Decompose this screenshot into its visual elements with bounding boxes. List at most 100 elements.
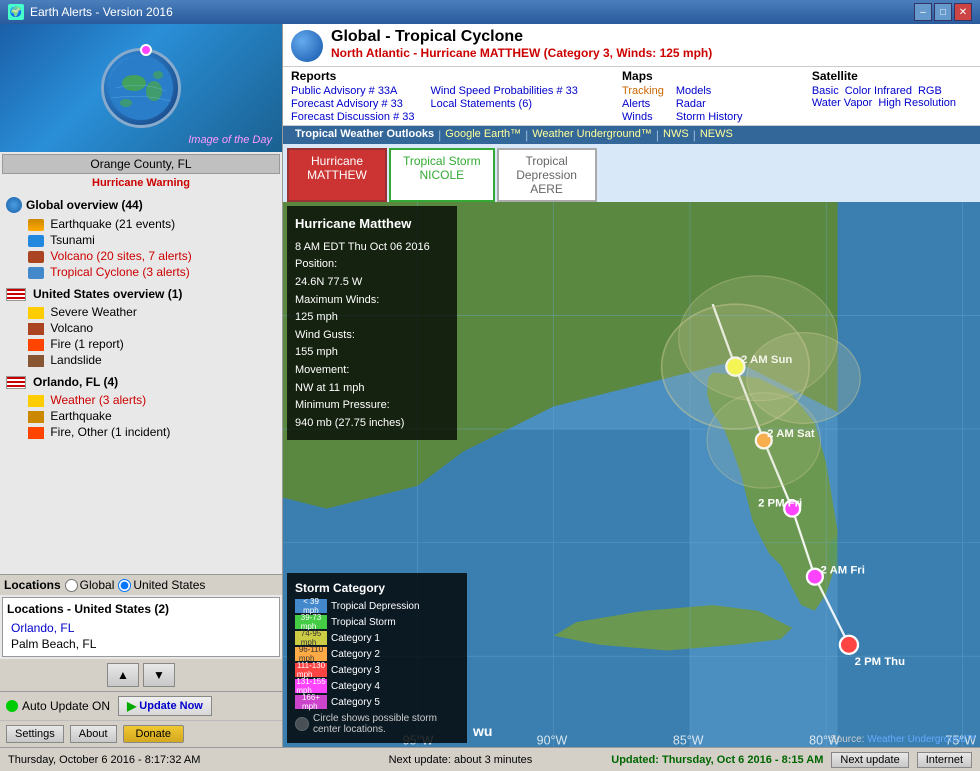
local-statements-link[interactable]: Local Statements (6) (431, 98, 578, 110)
models-link[interactable]: Models (676, 85, 743, 97)
minimize-button[interactable]: – (914, 3, 932, 21)
map-area[interactable]: 35°N 30°N 25°N 20°N 95°W 90°W 85°W 80°W … (283, 202, 980, 747)
location-bar[interactable]: Orange County, FL (2, 154, 280, 174)
public-advisory-link[interactable]: Public Advisory # 33A (291, 85, 415, 97)
news-link[interactable]: NEWS (696, 128, 737, 142)
aere-tab-label: Tropical Depression AERE (511, 154, 583, 196)
earthquake-item[interactable]: Earthquake (21 events) (4, 216, 278, 232)
close-button[interactable]: ✕ (954, 3, 972, 21)
nws-link[interactable]: NWS (659, 128, 693, 142)
weather-alerts-item[interactable]: Weather (3 alerts) (4, 392, 278, 408)
nav-down-button[interactable]: ▼ (143, 663, 175, 687)
water-vapor-link[interactable]: Water Vapor (812, 97, 873, 109)
status-update-button[interactable]: Next update (831, 752, 908, 768)
weather-underground-link[interactable]: Weather Underground™ (528, 128, 656, 142)
ts-color: 39-73mph (295, 615, 327, 629)
us-option-label: United States (133, 578, 205, 592)
svg-text:90°W: 90°W (537, 734, 568, 747)
hurricane-matthew-tab[interactable]: Hurricane MATTHEW (287, 148, 387, 202)
legend-note: Circle shows possible storm center locat… (295, 713, 459, 735)
tropical-storm-nicole-tab[interactable]: Tropical Storm NICOLE (389, 148, 495, 202)
maximize-button[interactable]: □ (934, 3, 952, 21)
global-overview-label: Global overview (44) (26, 198, 143, 212)
globe-icon (6, 197, 22, 213)
status-updated-text: Updated: Thursday, Oct 6 2016 - 8:15 AM (611, 754, 823, 766)
storm-history-link[interactable]: Storm History (676, 111, 743, 123)
reports-right-section: Wind Speed Probabilities # 33 Local Stat… (431, 69, 578, 123)
global-radio-option[interactable]: Global (65, 578, 115, 592)
forecast-advisory-link[interactable]: Forecast Advisory # 33 (291, 98, 415, 110)
google-earth-link[interactable]: Google Earth™ (441, 128, 525, 142)
bottom-controls: Auto Update ON ▶ Update Now (0, 691, 282, 720)
severe-weather-item[interactable]: Severe Weather (4, 304, 278, 320)
max-winds-label: Maximum Winds: (295, 292, 449, 310)
tsunami-item[interactable]: Tsunami (4, 232, 278, 248)
cat3-color: 111-130mph (295, 663, 327, 677)
min-pressure-value: 940 mb (27.75 inches) (295, 415, 449, 433)
us-radio-option[interactable]: United States (118, 578, 205, 592)
high-resolution-link[interactable]: High Resolution (878, 97, 956, 109)
svg-text:2 AM Fri: 2 AM Fri (821, 564, 865, 576)
locations-label: Locations (4, 578, 61, 592)
app-icon: 🌍 (8, 4, 24, 20)
update-now-button[interactable]: ▶ Update Now (118, 696, 212, 716)
radar-link[interactable]: Radar (676, 98, 743, 110)
forecast-discussion-link[interactable]: Forecast Discussion # 33 (291, 111, 415, 123)
fire-item[interactable]: Fire (1 report) (4, 336, 278, 352)
maps-col1: Tracking Alerts Winds (622, 85, 664, 123)
globe-image[interactable] (101, 48, 181, 128)
tropical-cyclone-item[interactable]: Tropical Cyclone (3 alerts) (4, 264, 278, 280)
satellite-section: Satellite Basic Color Infrared RGB Water… (812, 69, 956, 123)
reports-right-links: Wind Speed Probabilities # 33 Local Stat… (431, 85, 578, 110)
orlando-earthquake-item[interactable]: Earthquake (4, 408, 278, 424)
storm-tabs: Hurricane MATTHEW Tropical Storm NICOLE … (283, 144, 980, 202)
header-title: Global - Tropical Cyclone (331, 28, 972, 46)
us-volcano-item[interactable]: Volcano (4, 320, 278, 336)
legend-circle-icon (295, 717, 309, 731)
locations-section: Locations - United States (2) Orlando, F… (2, 597, 280, 657)
maps-label: Maps (622, 69, 784, 83)
auto-update-indicator: Auto Update ON (6, 699, 110, 713)
left-scroll: Global overview (44) Earthquake (21 even… (0, 190, 282, 574)
auto-update-label: Auto Update ON (22, 699, 110, 713)
about-button[interactable]: About (70, 725, 117, 743)
palm-beach-item[interactable]: Palm Beach, FL (7, 636, 275, 652)
alerts-link[interactable]: Alerts (622, 98, 664, 110)
global-radio[interactable] (65, 579, 78, 592)
top-header: Global - Tropical Cyclone North Atlantic… (283, 24, 980, 67)
tracking-link[interactable]: Tracking (622, 85, 664, 97)
nav-up-button[interactable]: ▲ (107, 663, 139, 687)
source-link[interactable]: Weather Underground™ (867, 734, 976, 745)
wind-speed-link[interactable]: Wind Speed Probabilities # 33 (431, 85, 578, 97)
basic-link[interactable]: Basic (812, 85, 839, 97)
titlebar: 🌍 Earth Alerts - Version 2016 – □ ✕ (0, 0, 980, 24)
landslide-item[interactable]: Landslide (4, 352, 278, 368)
fire-other-item[interactable]: Fire, Other (1 incident) (4, 424, 278, 440)
cat5-color: 166+mph (295, 695, 327, 709)
orlando-location-item[interactable]: Orlando, FL (7, 620, 275, 636)
winds-link[interactable]: Winds (622, 111, 664, 123)
nicole-tab-label: Tropical Storm NICOLE (403, 154, 481, 182)
legend-item-td: < 39mph Tropical Depression (295, 599, 459, 613)
map-container: 35°N 30°N 25°N 20°N 95°W 90°W 85°W 80°W … (283, 202, 980, 747)
settings-button[interactable]: Settings (6, 725, 64, 743)
update-now-label: Update Now (139, 700, 203, 712)
donate-button[interactable]: Donate (123, 725, 184, 743)
svg-text:85°W: 85°W (673, 734, 704, 747)
status-internet-button[interactable]: Internet (917, 752, 972, 768)
locations-tab-bar: Locations Global United States (0, 574, 282, 595)
right-panel: Global - Tropical Cyclone North Atlantic… (283, 24, 980, 747)
reports-label: Reports (291, 69, 415, 83)
tropical-outlooks-link[interactable]: Tropical Weather Outlooks (291, 128, 438, 142)
rgb-link[interactable]: RGB (918, 85, 942, 97)
tropical-depression-aere-tab[interactable]: Tropical Depression AERE (497, 148, 597, 202)
color-infrared-link[interactable]: Color Infrared (845, 85, 912, 97)
td-color: < 39mph (295, 599, 327, 613)
us-radio[interactable] (118, 579, 131, 592)
image-of-day-label: Image of the Day (188, 134, 272, 146)
maps-col3: Surge (754, 85, 783, 123)
volcano-item[interactable]: Volcano (20 sites, 7 alerts) (4, 248, 278, 264)
external-links-bar: Tropical Weather Outlooks | Google Earth… (283, 126, 980, 144)
storm-info-box: Hurricane Matthew 8 AM EDT Thu Oct 06 20… (287, 206, 457, 440)
storm-info-title: Hurricane Matthew (295, 214, 449, 235)
